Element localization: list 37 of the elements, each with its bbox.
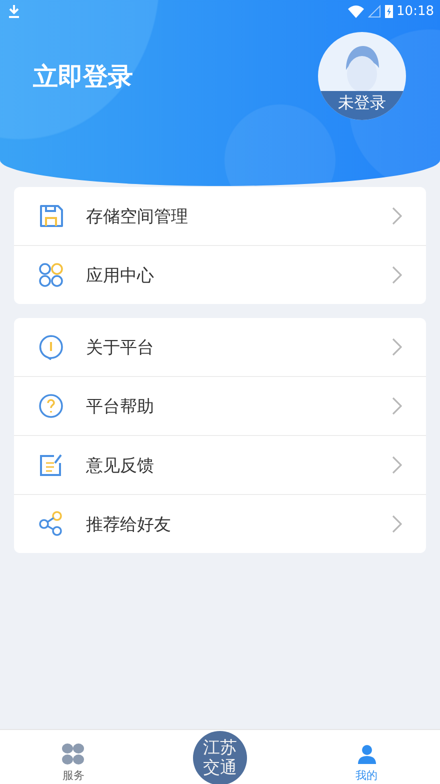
grid-icon	[62, 743, 84, 765]
menu-label: 推荐给好友	[86, 514, 172, 536]
chevron-right-icon	[392, 397, 402, 415]
nav-label: 服务	[62, 768, 84, 783]
wifi-icon	[348, 4, 364, 18]
avatar-label: 未登录	[318, 91, 406, 120]
menu-item[interactable]: 应用中心	[14, 245, 426, 304]
chevron-right-icon	[392, 338, 402, 356]
nav-tab[interactable]: 服务	[0, 730, 147, 784]
logo-tab[interactable]: 江苏交通	[146, 730, 294, 784]
chevron-right-icon	[392, 266, 402, 284]
circles-icon	[38, 262, 64, 288]
question-icon	[38, 393, 64, 419]
person-icon	[356, 743, 378, 765]
menu-item[interactable]: 关于平台	[14, 318, 426, 376]
battery-icon	[384, 4, 393, 18]
menu-label: 应用中心	[86, 264, 155, 286]
menu-item[interactable]: 推荐给好友	[14, 494, 426, 553]
menu-label: 平台帮助	[86, 396, 155, 418]
signal-icon	[368, 4, 381, 18]
menu-item[interactable]: 平台帮助	[14, 376, 426, 435]
share-icon	[38, 511, 64, 537]
avatar[interactable]: 未登录	[318, 32, 406, 120]
menu-label: 关于平台	[86, 336, 155, 358]
note-icon	[38, 452, 64, 478]
menu-item[interactable]: 意见反馈	[14, 435, 426, 494]
menu-label: 存储空间管理	[86, 206, 189, 228]
status-time: 10:18	[396, 4, 434, 18]
info-icon	[38, 334, 64, 360]
menu-item[interactable]: 存储空间管理	[14, 187, 426, 245]
menu-label: 意见反馈	[86, 454, 155, 476]
chevron-right-icon	[392, 515, 402, 533]
logo: 江苏交通	[193, 731, 247, 784]
chevron-right-icon	[392, 456, 402, 474]
chevron-right-icon	[392, 207, 402, 225]
nav-label: 我的	[356, 768, 378, 783]
download-icon	[8, 4, 20, 18]
